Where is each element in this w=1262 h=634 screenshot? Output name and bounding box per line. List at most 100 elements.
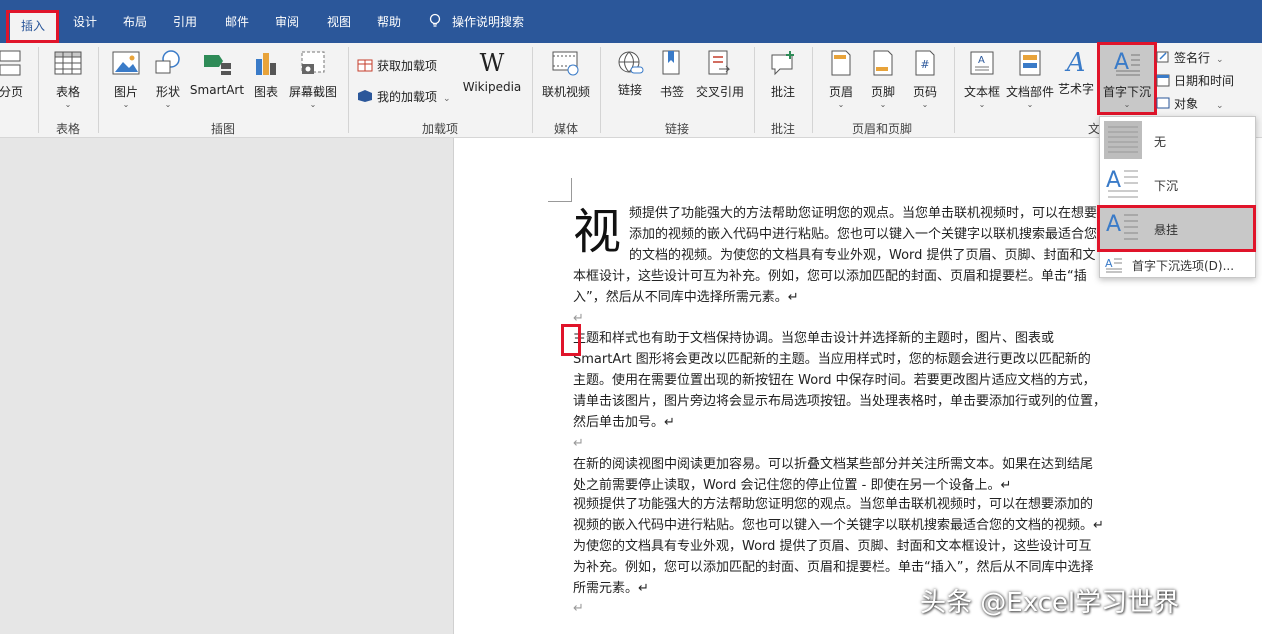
- group-label-tables: 表格: [55, 122, 80, 136]
- table-button[interactable]: 表格 ⌄: [46, 49, 90, 109]
- chevron-down-icon: ⌄: [879, 100, 887, 109]
- group-separator: [98, 47, 99, 133]
- page-number-button[interactable]: # 页码 ⌄: [904, 49, 946, 109]
- svg-text:A: A: [978, 55, 985, 66]
- wikipedia-icon: W: [479, 49, 505, 77]
- drop-cap-letter[interactable]: 视: [573, 208, 621, 256]
- calendar-icon: [1156, 74, 1170, 87]
- tab-review[interactable]: 审阅: [264, 11, 310, 33]
- paragraph-line: 所需元素。↵: [573, 581, 649, 596]
- bar-chart-icon: [256, 53, 276, 75]
- svg-text:A: A: [1105, 257, 1113, 270]
- globe-link-icon: [618, 51, 644, 74]
- group-separator: [812, 47, 813, 133]
- signature-icon: [1156, 51, 1169, 63]
- signature-line-button[interactable]: 签名行 ⌄: [1156, 49, 1224, 66]
- group-label-illustrations: 插图: [210, 122, 235, 136]
- shapes-icon: [155, 50, 180, 74]
- margin-corner-mark: [548, 178, 572, 202]
- smartart-icon: [204, 55, 231, 75]
- insert-tab-highlight: [6, 10, 59, 43]
- object-button[interactable]: 对象 ⌄: [1156, 95, 1224, 112]
- paragraph-line: 为使您的文档具有专业外观，Word 提供了页眉、页脚、封面和文本框设计，这些设计…: [573, 539, 1092, 554]
- tab-layout[interactable]: 布局: [112, 11, 158, 33]
- paragraph-line: 视频提供了功能强大的方法帮助您证明您的观点。当您单击联机视频时，可以在想要添加的: [573, 497, 1094, 512]
- drop-cap-none-icon: [1104, 121, 1142, 159]
- store-icon: [357, 59, 373, 72]
- tab-references[interactable]: 引用: [162, 11, 208, 33]
- chevron-down-icon: ⌄: [164, 100, 172, 109]
- drop-cap-menu: 无 A 下沉 A 悬挂 A 首字下沉选项(D)...: [1097, 116, 1256, 278]
- drop-cap-option-dropped[interactable]: A 下沉: [1100, 163, 1255, 205]
- svg-text:A: A: [1106, 168, 1121, 193]
- tell-me-search[interactable]: 操作说明搜索: [428, 11, 548, 33]
- paragraph-line: 为补充。例如，您可以添加匹配的封面、页眉和提要栏。单击“插入”，然后从不同库中选…: [573, 560, 1094, 575]
- paragraph-line: 在新的阅读视图中阅读更加容易。可以折叠文档某些部分并关注所需文本。如果在达到结尾: [573, 457, 1094, 472]
- paragraph-line: 添加的视频的嵌入代码中进行粘贴。您也可以键入一个关键字以联机搜索最适合您: [629, 227, 1098, 242]
- online-video-button[interactable]: 联机视频: [538, 49, 594, 100]
- paragraph-line: 处之前需要停止读取，Word 会记住您的停止位置 - 即使在另一个设备上。↵: [573, 478, 1012, 493]
- group-separator: [348, 47, 349, 133]
- group-separator: [954, 47, 955, 133]
- group-separator: [38, 47, 39, 133]
- paragraph-line: 视频的嵌入代码中进行粘贴。您也可以键入一个关键字以联机搜索最适合您的文档的视频。…: [573, 518, 1104, 533]
- pictures-button[interactable]: 图片 ⌄: [104, 49, 148, 109]
- quick-parts-button[interactable]: 文档部件 ⌄: [1004, 49, 1056, 109]
- chevron-down-icon: ⌄: [1216, 55, 1224, 65]
- chevron-down-icon: ⌄: [64, 100, 72, 109]
- paragraph-line: 频提供了功能强大的方法帮助您证明您的观点。当您单击联机视频时，可以在想要: [629, 206, 1098, 221]
- group-label-header-footer: 页眉和页脚: [851, 122, 912, 136]
- tab-mailings[interactable]: 邮件: [214, 11, 260, 33]
- tab-design[interactable]: 设计: [62, 11, 108, 33]
- paragraph-line: 主题和样式也有助于文档保持协调。当您单击设计并选择新的主题时，图片、图表或: [573, 331, 1055, 346]
- group-separator: [754, 47, 755, 133]
- search-label: 操作说明搜索: [452, 15, 525, 29]
- drop-cap-option-none[interactable]: 无: [1100, 119, 1255, 161]
- drop-cap-options-item[interactable]: A 首字下沉选项(D)...: [1100, 253, 1255, 277]
- bookmark-button[interactable]: 书签: [652, 49, 692, 100]
- table-icon: [54, 51, 82, 75]
- comment-button[interactable]: 批注: [762, 49, 804, 100]
- page-break-button[interactable]: 分页: [0, 49, 28, 100]
- chart-button[interactable]: 图表: [246, 49, 286, 100]
- tab-help[interactable]: 帮助: [366, 11, 412, 33]
- footer-button[interactable]: 页脚 ⌄: [862, 49, 904, 109]
- drop-cap-highlight: [1097, 42, 1157, 115]
- chevron-down-icon: ⌄: [837, 100, 845, 109]
- chevron-down-icon: ⌄: [309, 100, 317, 109]
- shapes-button[interactable]: 形状 ⌄: [146, 49, 190, 109]
- comment-icon: [771, 51, 794, 76]
- wikipedia-button[interactable]: W Wikipedia: [460, 49, 524, 94]
- cross-reference-icon: [708, 50, 731, 75]
- tab-view[interactable]: 视图: [316, 11, 362, 33]
- my-addins-button[interactable]: 我的加载项 ⌄: [357, 88, 451, 105]
- video-icon: [552, 51, 579, 76]
- get-addins-button[interactable]: 获取加载项: [357, 57, 437, 74]
- date-time-button[interactable]: 日期和时间: [1156, 72, 1234, 89]
- group-label-addins: 加载项: [421, 122, 458, 136]
- paragraph-line: 然后单击加号。↵: [573, 415, 675, 430]
- picture-icon: [112, 51, 140, 75]
- group-label-comments: 批注: [770, 122, 795, 136]
- smartart-button[interactable]: SmartArt: [188, 49, 246, 97]
- textbox-button[interactable]: A 文本框 ⌄: [960, 49, 1004, 109]
- drop-cap-options-icon: A: [1105, 257, 1122, 273]
- chevron-down-icon: ⌄: [1216, 101, 1224, 111]
- chevron-down-icon: ⌄: [1026, 100, 1034, 109]
- header-icon: [831, 50, 851, 76]
- screenshot-button[interactable]: 屏幕截图 ⌄: [286, 49, 340, 109]
- paragraph-line: 本框设计，这些设计可互为补充。例如，您可以添加匹配的封面、页眉和提要栏。单击“插: [573, 269, 1087, 284]
- group-label-links: 链接: [664, 122, 689, 136]
- ribbon: 分页 表格 ⌄ 表格 图片 ⌄ 形状 ⌄ SmartArt 图表 屏幕截图 ⌄ …: [0, 42, 1262, 138]
- cross-reference-button[interactable]: 交叉引用: [692, 49, 748, 100]
- chevron-down-icon: ⌄: [978, 100, 986, 109]
- header-button[interactable]: 页眉 ⌄: [820, 49, 862, 109]
- link-button[interactable]: 链接: [610, 49, 650, 97]
- paragraph-line: 请单击该图片，图片旁边将会显示布局选项按钮。当处理表格时，单击要添加行或列的位置…: [573, 394, 1107, 409]
- quick-parts-icon: [1019, 50, 1041, 76]
- group-label-media: 媒体: [553, 122, 578, 136]
- wordart-icon: A: [1066, 49, 1086, 78]
- chevron-down-icon: ⌄: [921, 100, 929, 109]
- wordart-button[interactable]: A 艺术字: [1056, 49, 1096, 97]
- drop-cap-dropped-icon: A: [1106, 168, 1138, 198]
